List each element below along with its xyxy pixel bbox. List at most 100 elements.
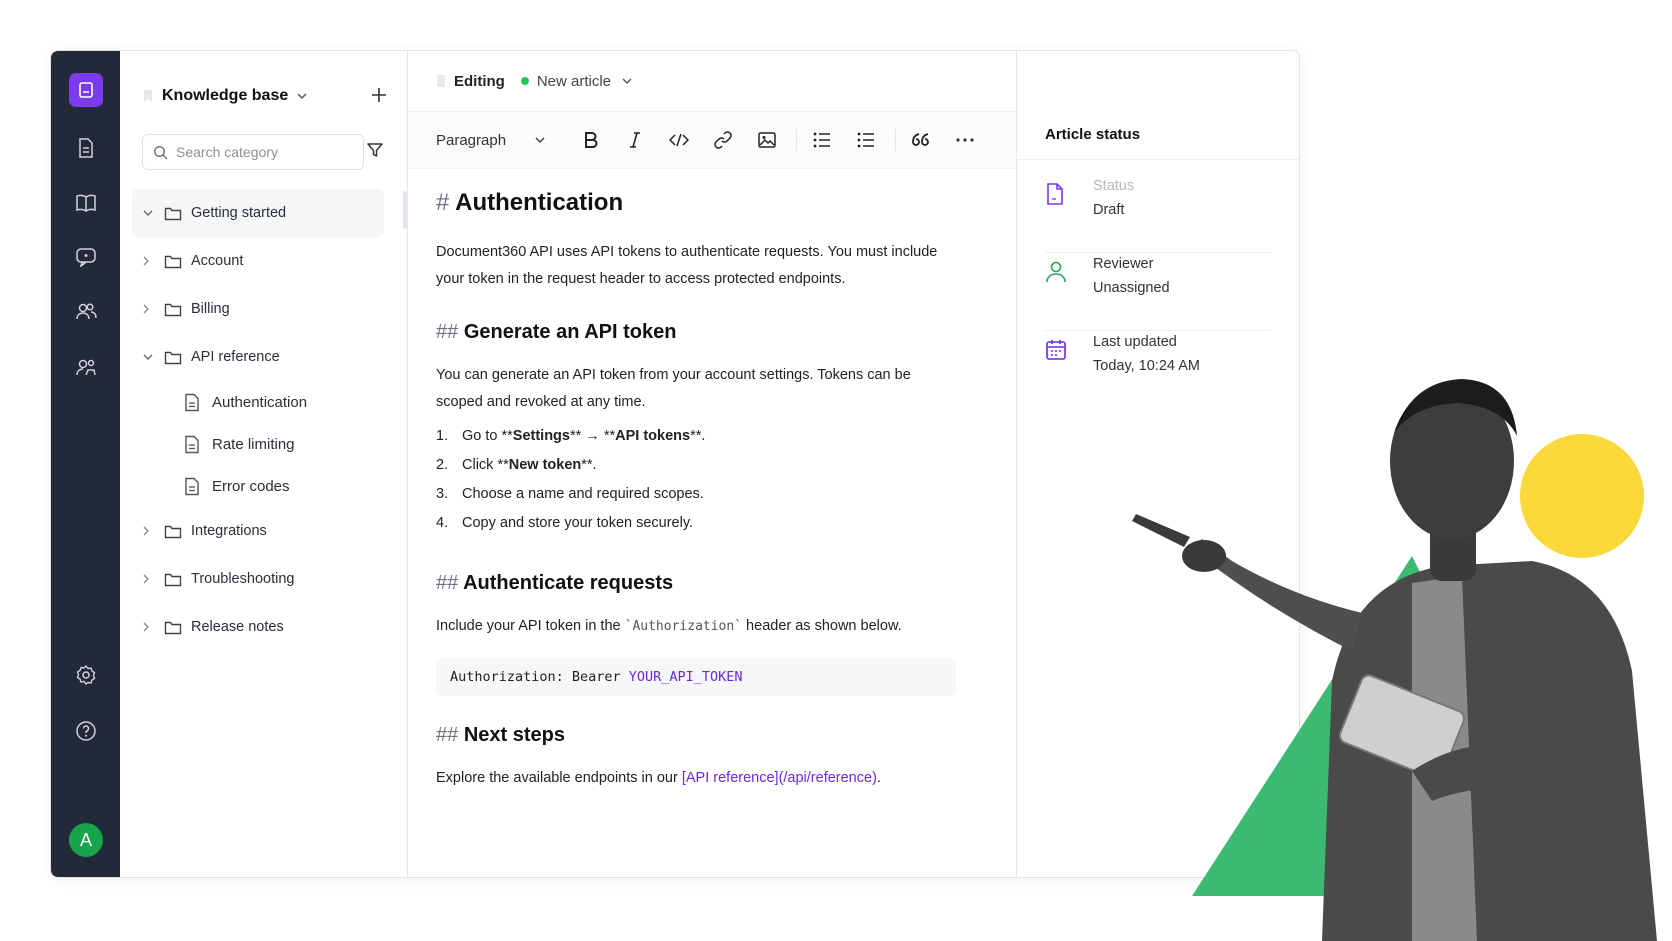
- chevron-right-icon[interactable]: [142, 573, 156, 585]
- document-icon: [1045, 174, 1093, 252]
- image-button[interactable]: [752, 125, 782, 155]
- settings-gear-icon[interactable]: [73, 662, 99, 688]
- book-icon[interactable]: [73, 190, 99, 216]
- toolbar-divider: [895, 129, 896, 151]
- sidebar-scrollbar[interactable]: [403, 191, 407, 229]
- chevron-right-icon[interactable]: [142, 303, 156, 315]
- quote-button[interactable]: [906, 125, 936, 155]
- article-name-dropdown[interactable]: New article: [537, 73, 611, 90]
- editor-header: Editing New article: [408, 51, 1016, 112]
- step-text: Choose a name and required scopes.: [462, 486, 704, 502]
- code-icon: [669, 133, 689, 147]
- document-icon: [184, 477, 200, 496]
- bold-button[interactable]: [576, 125, 606, 155]
- paragraph-text: header as shown below.: [742, 618, 902, 634]
- person-shirt: [1412, 576, 1477, 941]
- bullet-list-icon: [813, 132, 830, 148]
- folder-icon: [164, 254, 182, 269]
- intro-paragraph: Document360 API uses API tokens to authe…: [436, 244, 938, 287]
- step-text: **.: [581, 457, 597, 473]
- tree-item-integrations[interactable]: Integrations: [132, 507, 384, 555]
- tree-item-authentication[interactable]: Authentication: [132, 381, 384, 423]
- formatting-toolbar: Paragraph: [408, 112, 1016, 169]
- tree-item-getting-started[interactable]: Getting started: [132, 189, 384, 237]
- knowledge-base-title[interactable]: Knowledge base: [162, 87, 288, 105]
- tree-item-account[interactable]: Account: [132, 237, 384, 285]
- tree-item-label: Troubleshooting: [191, 571, 295, 587]
- users-icon[interactable]: [73, 354, 99, 380]
- person-hair: [1394, 379, 1517, 436]
- step-text: ** → **: [569, 428, 616, 444]
- add-category-button[interactable]: [371, 85, 387, 107]
- search-category-input[interactable]: Search category: [142, 134, 364, 170]
- person-lower-arm: [1412, 744, 1552, 801]
- user-icon: [1045, 252, 1093, 330]
- status-dot: [520, 77, 529, 85]
- tree-item-label: Release notes: [191, 619, 284, 635]
- folder-icon: [164, 524, 182, 539]
- numbered-list-button[interactable]: [851, 125, 881, 155]
- heading-text: Generate an API token: [463, 321, 677, 343]
- folder-icon: [164, 350, 182, 365]
- team-icon[interactable]: [73, 298, 99, 324]
- heading-mark: ##: [436, 572, 459, 594]
- tree-item-error-codes[interactable]: Error codes: [132, 465, 384, 507]
- chevron-down-icon[interactable]: [621, 77, 633, 85]
- tree-item-api-reference[interactable]: API reference: [132, 333, 384, 381]
- tree-item-billing[interactable]: Billing: [132, 285, 384, 333]
- document-icon: [184, 393, 200, 412]
- chevron-down-icon[interactable]: [296, 92, 308, 100]
- reviewer-label: Reviewer: [1093, 256, 1154, 272]
- tree-item-label: Integrations: [191, 523, 267, 539]
- article-editor: Editing New article Paragraph # Authenti…: [408, 51, 1017, 877]
- list-number: 4.: [436, 515, 449, 531]
- more-options-button[interactable]: [950, 125, 980, 155]
- step-text: Click **: [462, 457, 509, 473]
- code-block[interactable]: Authorization: Bearer YOUR_API_TOKEN: [436, 658, 956, 696]
- chevron-right-icon[interactable]: [142, 525, 156, 537]
- updated-row: Last updated Today, 10:24 AM: [1045, 330, 1271, 408]
- app-logo-icon[interactable]: [69, 73, 103, 107]
- nav-rail: A: [51, 51, 120, 877]
- user-avatar[interactable]: A: [69, 823, 103, 857]
- feedback-icon[interactable]: [73, 244, 99, 270]
- person-torso: [1322, 561, 1657, 941]
- person-head: [1390, 383, 1514, 539]
- paragraph-text: .: [876, 770, 881, 786]
- status-panel-header: Article status: [1017, 51, 1299, 160]
- chevron-down-icon[interactable]: [142, 209, 156, 217]
- tree-item-release-notes[interactable]: Release notes: [132, 603, 384, 651]
- link-button[interactable]: [708, 125, 738, 155]
- chevron-right-icon[interactable]: [142, 621, 156, 633]
- articles-icon[interactable]: [73, 135, 99, 161]
- bullet-list-button[interactable]: [807, 125, 837, 155]
- reviewer-value[interactable]: Unassigned: [1093, 276, 1170, 300]
- api-reference-link[interactable]: [API reference](/api/reference): [682, 770, 877, 786]
- list-number: 1.: [436, 428, 449, 444]
- list-item: 4. Copy and store your token securely.: [436, 515, 956, 544]
- tree-item-label: Authentication: [212, 393, 308, 411]
- tree-item-rate-limiting[interactable]: Rate limiting: [132, 423, 384, 465]
- code-button[interactable]: [664, 125, 694, 155]
- section-paragraph: Explore the available endpoints in our […: [436, 765, 956, 792]
- yellow-circle-shape: [1520, 434, 1644, 558]
- numbered-list-icon: [857, 132, 874, 148]
- paragraph-text: Explore the available endpoints in our: [436, 770, 682, 786]
- chevron-down-icon[interactable]: [142, 353, 156, 361]
- italic-button[interactable]: [620, 125, 650, 155]
- status-panel-title: Article status: [1045, 126, 1141, 143]
- filter-button[interactable]: [366, 141, 384, 164]
- app-window: A Knowledge base Search category Getting…: [50, 50, 1300, 878]
- bold-icon: [585, 132, 598, 148]
- help-icon[interactable]: [73, 718, 99, 744]
- chevron-right-icon[interactable]: [142, 255, 156, 267]
- sidebar-header: Knowledge base: [142, 81, 387, 111]
- heading-mark: #: [436, 189, 450, 216]
- article-content[interactable]: # Authentication Document360 API uses AP…: [436, 189, 956, 792]
- article-title: # Authentication: [436, 189, 956, 217]
- step-text: Copy and store your token securely.: [462, 515, 694, 531]
- editing-mode-label: Editing: [454, 72, 505, 90]
- list-item: 2. Click **New token**.: [436, 457, 956, 486]
- block-type-select[interactable]: Paragraph: [436, 132, 546, 149]
- tree-item-troubleshooting[interactable]: Troubleshooting: [132, 555, 384, 603]
